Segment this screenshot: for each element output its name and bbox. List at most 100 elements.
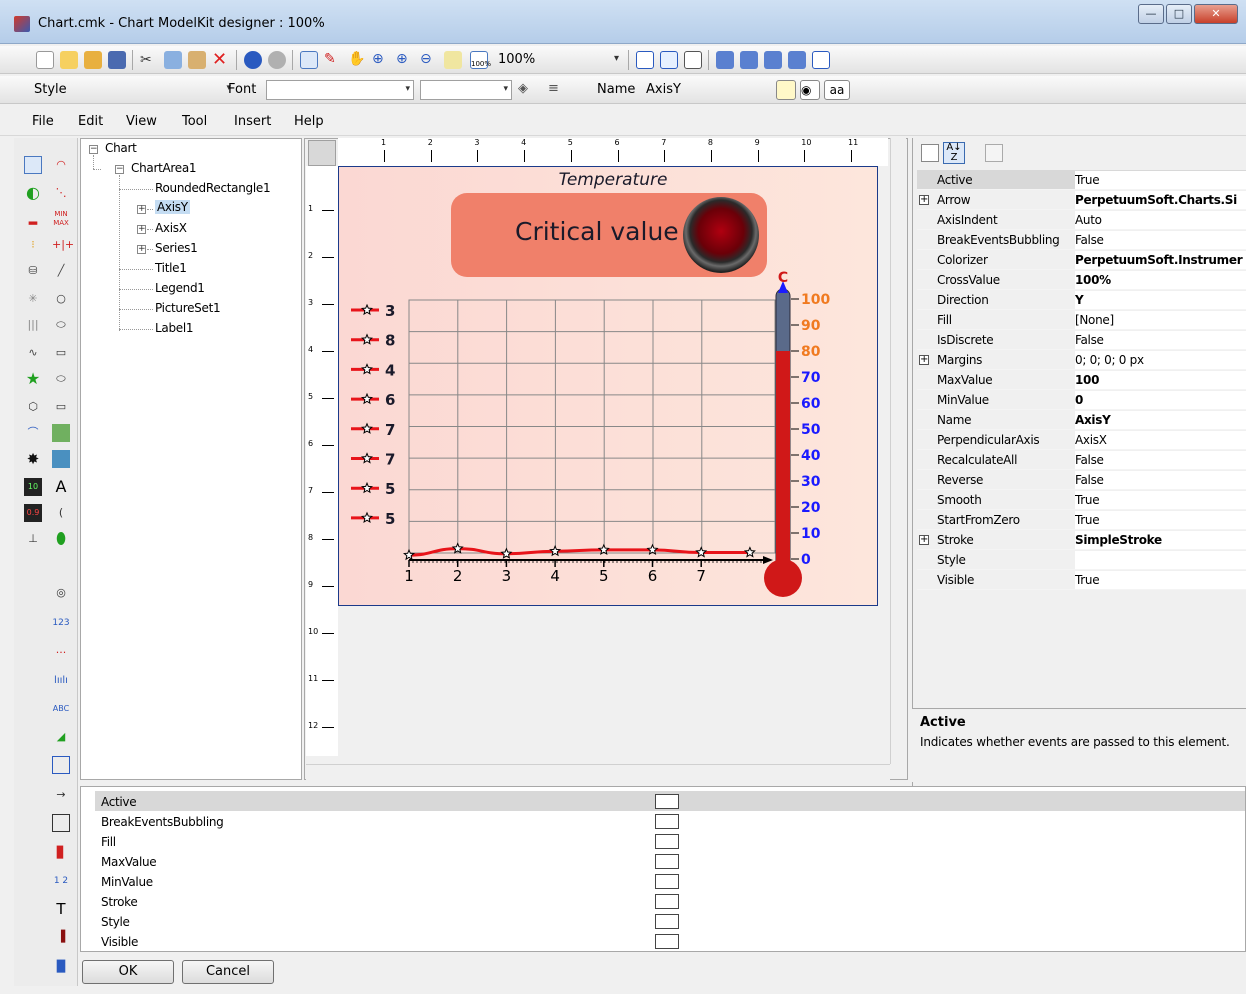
property-row[interactable]: Visible True — [917, 570, 1246, 590]
property-row[interactable]: Reverse False — [917, 470, 1246, 490]
expand-series-icon[interactable]: + — [137, 245, 146, 254]
snap-icon[interactable] — [660, 51, 678, 69]
designer-vertical-scrollbar[interactable] — [890, 138, 906, 764]
column-tool-icon[interactable]: ▊ — [52, 844, 70, 862]
ok-button[interactable]: OK — [82, 960, 174, 984]
property-row[interactable]: + Margins 0; 0; 0; 0 px — [917, 350, 1246, 370]
redo-icon[interactable] — [268, 51, 286, 69]
event-checkbox[interactable] — [655, 854, 679, 869]
tree-item-label[interactable]: Label1 — [155, 321, 194, 335]
property-row[interactable]: Colorizer PerpetuumSoft.Instrumer — [917, 250, 1246, 270]
property-row[interactable]: PerpendicularAxis AxisX — [917, 430, 1246, 450]
tree-item-series[interactable]: Series1 — [155, 241, 198, 255]
property-row[interactable]: Smooth True — [917, 490, 1246, 510]
property-pages-icon[interactable] — [985, 144, 1003, 162]
property-row[interactable]: Fill [None] — [917, 310, 1246, 330]
cut-icon[interactable]: ✂ — [140, 51, 158, 69]
digital-red-tool-icon[interactable]: 0.9 — [24, 504, 42, 522]
tree-item-axisy[interactable]: AxisY — [155, 200, 190, 214]
text-case-button[interactable]: aa — [824, 80, 850, 100]
send-back-icon[interactable] — [740, 51, 758, 69]
leaf-tool-icon[interactable]: ⬮ — [52, 530, 70, 548]
tree-item-legend[interactable]: Legend1 — [155, 281, 205, 295]
backward-icon[interactable] — [788, 51, 806, 69]
tree-item-pictureset[interactable]: PictureSet1 — [155, 301, 221, 315]
text-tool-icon[interactable]: A — [52, 478, 70, 496]
property-value[interactable]: AxisX — [1075, 431, 1246, 449]
eye-icon[interactable]: ◉ — [800, 80, 820, 100]
property-value[interactable]: Auto — [1075, 211, 1246, 229]
grid-icon[interactable] — [636, 51, 654, 69]
arrow-tool-icon[interactable]: → — [52, 786, 70, 804]
property-value[interactable]: 100% — [1075, 271, 1246, 289]
numbers-tool-icon[interactable]: 1 2 — [52, 872, 70, 890]
menu-view[interactable]: View — [126, 114, 157, 129]
light-bulb-icon[interactable] — [776, 80, 796, 100]
hexagon-tool-icon[interactable]: ⬡ — [24, 398, 42, 416]
pie-tool-icon[interactable]: ◐ — [24, 184, 42, 202]
digital-tool-icon[interactable]: 10 — [24, 478, 42, 496]
range-tool-icon[interactable]: +|+ — [52, 236, 74, 254]
expand-property-icon[interactable]: + — [919, 195, 929, 205]
picture-tool-icon[interactable] — [52, 424, 70, 442]
wave-tool-icon[interactable]: ∿ — [24, 344, 42, 362]
undo-icon[interactable] — [244, 51, 262, 69]
tree-item-title[interactable]: Title1 — [155, 261, 187, 275]
line-tool-icon[interactable]: ⋱ — [52, 184, 70, 202]
sparkle-tool-icon[interactable]: ✳ — [24, 290, 42, 308]
cylinder-tool-icon[interactable]: ⛁ — [24, 262, 42, 280]
property-value[interactable]: 0 — [1075, 391, 1246, 409]
property-value[interactable]: 100 — [1075, 371, 1246, 389]
copy-icon[interactable] — [164, 51, 182, 69]
property-row[interactable]: Active True — [917, 170, 1246, 190]
new-icon[interactable] — [36, 51, 54, 69]
minmax-tool-icon[interactable]: MIN MAX — [52, 210, 70, 228]
expand-property-icon[interactable]: + — [919, 355, 929, 365]
font-combo[interactable]: ▾ — [266, 80, 414, 100]
picture-set-tool-icon[interactable] — [52, 450, 70, 468]
event-checkbox[interactable] — [655, 934, 679, 949]
property-value[interactable]: AxisY — [1075, 411, 1246, 429]
wizard-icon[interactable] — [60, 51, 78, 69]
text-block-tool-icon[interactable]: T — [52, 900, 70, 918]
property-value[interactable]: True — [1075, 171, 1246, 189]
check-icon[interactable] — [812, 51, 830, 69]
event-checkbox[interactable] — [655, 874, 679, 889]
designer-horizontal-scrollbar[interactable] — [306, 764, 890, 780]
star-tool-icon[interactable]: ★ — [24, 370, 42, 388]
collapse-chart-icon[interactable]: − — [89, 145, 98, 154]
zoom-combo[interactable]: 100% ▾ — [494, 50, 622, 70]
property-row[interactable]: AxisIndent Auto — [917, 210, 1246, 230]
chart-box-tool-icon[interactable] — [52, 756, 70, 774]
menu-tool[interactable]: Tool — [182, 114, 207, 129]
zoom-icon[interactable]: ⊕ — [396, 51, 414, 69]
property-value[interactable]: False — [1075, 331, 1246, 349]
curve-tool-icon[interactable]: ⌒ — [24, 424, 42, 442]
property-row[interactable]: CrossValue 100% — [917, 270, 1246, 290]
event-checkbox[interactable] — [655, 914, 679, 929]
stacked-tool-icon[interactable]: ▐ — [52, 928, 70, 946]
chart-area-tool-icon[interactable] — [24, 156, 42, 174]
property-value[interactable]: True — [1075, 571, 1246, 589]
maximize-button[interactable]: □ — [1166, 4, 1192, 24]
hand-icon[interactable]: ✋ — [348, 51, 366, 69]
property-row[interactable]: Name AxisY — [917, 410, 1246, 430]
event-row[interactable]: Fill — [95, 831, 1245, 851]
ruler-icon[interactable] — [684, 51, 702, 69]
property-row[interactable]: Direction Y — [917, 290, 1246, 310]
alphabetical-icon[interactable]: A↓ Z — [943, 142, 965, 164]
dots-tool-icon[interactable]: ··· — [52, 644, 70, 662]
property-value[interactable]: 0; 0; 0; 0 px — [1075, 351, 1246, 369]
event-row[interactable]: BreakEventsBubbling — [95, 811, 1245, 831]
property-value[interactable]: PerpetuumSoft.Charts.Si — [1075, 191, 1246, 209]
cancel-button[interactable]: Cancel — [182, 960, 274, 984]
list-tool-icon[interactable] — [52, 814, 70, 832]
close-button[interactable]: ✕ — [1194, 4, 1238, 24]
circle-tool-icon[interactable]: ○ — [52, 290, 70, 308]
event-checkbox[interactable] — [655, 814, 679, 829]
property-value[interactable]: True — [1075, 491, 1246, 509]
property-value[interactable]: [None] — [1075, 311, 1246, 329]
property-value[interactable]: False — [1075, 231, 1246, 249]
menu-insert[interactable]: Insert — [234, 114, 271, 129]
expand-axisy-icon[interactable]: + — [137, 205, 146, 214]
